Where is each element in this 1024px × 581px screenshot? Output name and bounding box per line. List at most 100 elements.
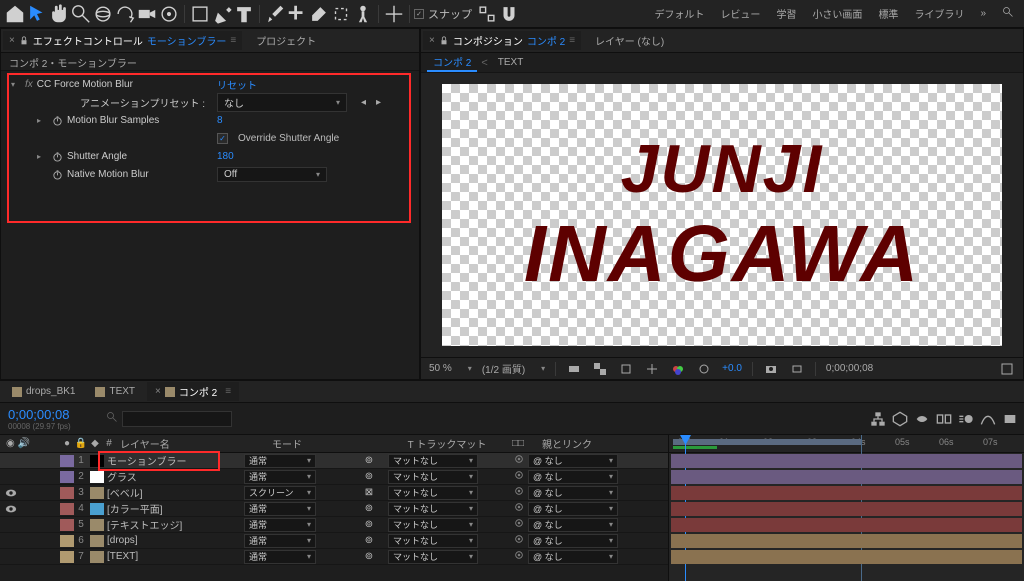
zoom-dropdown[interactable]: 50 % [429, 363, 452, 374]
timeline-tab-drops[interactable]: drops_BK1 [4, 384, 83, 399]
label-color[interactable] [60, 455, 74, 467]
lock-icon[interactable] [19, 36, 29, 46]
track-matte-dropdown[interactable]: マットなし▾ [388, 502, 478, 516]
track-matte-dropdown[interactable]: マットなし▾ [388, 550, 478, 564]
draft3d-icon[interactable] [892, 411, 908, 427]
pickwhip-icon[interactable] [514, 550, 524, 563]
layer-row[interactable]: 5[テキストエッジ]通常▾⊚マットなし▾@ なし▾ [0, 517, 668, 533]
param-samples-value[interactable]: 8 [217, 115, 223, 126]
pickwhip-icon[interactable] [514, 454, 524, 467]
layer-row[interactable]: 7[TEXT]通常▾⊚マットなし▾@ なし▾ [0, 549, 668, 565]
channel-icon[interactable] [670, 361, 686, 377]
mode-header[interactable]: モード [272, 436, 382, 451]
layer-name-header[interactable]: レイヤー名 [116, 436, 272, 451]
parent-dropdown[interactable]: @ なし▾ [528, 550, 618, 564]
override-checkbox[interactable]: ✓ [217, 133, 228, 144]
trackmat-header[interactable]: T トラックマット [382, 436, 512, 451]
motion-blur-icon[interactable] [958, 411, 974, 427]
roto-tool-icon[interactable] [330, 4, 352, 24]
visibility-toggle[interactable] [4, 487, 18, 499]
hand-tool-icon[interactable] [48, 4, 70, 24]
pan-behind-tool-icon[interactable] [158, 4, 180, 24]
track-matte-toggle[interactable]: ⊚ [365, 455, 373, 466]
composition-viewer[interactable]: JUNJI INAGAWA [421, 73, 1023, 357]
timeline-timecode[interactable]: 0;00;00;08 00008 (29.97 fps) [0, 407, 106, 431]
track-matte-toggle[interactable]: ⊚ [365, 519, 373, 530]
graph-editor-icon[interactable] [980, 411, 996, 427]
visibility-toggle[interactable] [4, 471, 18, 483]
parent-header[interactable]: 親とリンク [542, 436, 668, 451]
parent-dropdown[interactable]: @ なし▾ [528, 486, 618, 500]
blend-mode-dropdown[interactable]: 通常▾ [244, 470, 316, 484]
effect-name[interactable]: CC Force Motion Blur [37, 79, 133, 90]
brush-tool-icon[interactable] [264, 4, 286, 24]
layer-name[interactable]: [テキストエッジ] [107, 517, 182, 532]
label-color[interactable] [60, 471, 74, 483]
track-matte-dropdown[interactable]: マットなし▾ [388, 470, 478, 484]
shy-icon[interactable] [914, 411, 930, 427]
comp-flowchart-icon[interactable] [870, 411, 886, 427]
rotate-tool-icon[interactable] [114, 4, 136, 24]
workspace-overflow-icon[interactable]: » [980, 8, 986, 19]
parent-dropdown[interactable]: @ なし▾ [528, 534, 618, 548]
workspace-learn[interactable]: 学習 [776, 6, 796, 21]
mask-icon[interactable] [618, 361, 634, 377]
timeline-tab-text[interactable]: TEXT [87, 384, 143, 399]
camera-tool-icon[interactable] [136, 4, 158, 24]
show-snapshot-icon[interactable] [789, 361, 805, 377]
snapshot-icon[interactable] [763, 361, 779, 377]
reset-link[interactable]: リセット [217, 77, 257, 92]
reset-exposure-icon[interactable] [696, 361, 712, 377]
layer-row[interactable]: 2グラス通常▾⊚マットなし▾@ なし▾ [0, 469, 668, 485]
layer-duration-bar[interactable] [671, 486, 1022, 500]
timeline-tab-comp2[interactable]: ×コンポ 2≡ [147, 382, 239, 401]
track-matte-toggle[interactable]: ⊠ [365, 487, 373, 498]
visibility-toggle[interactable] [4, 551, 18, 563]
home-icon[interactable] [4, 4, 26, 24]
visibility-toggle[interactable] [4, 535, 18, 547]
transparency-grid-icon[interactable] [592, 361, 608, 377]
effect-controls-tab[interactable]: × エフェクトコントロール モーションブラー ≡ [3, 31, 242, 50]
layer-name[interactable]: [カラー平面] [107, 501, 163, 516]
visibility-toggle[interactable] [4, 503, 18, 515]
parent-dropdown[interactable]: @ なし▾ [528, 502, 618, 516]
track-matte-toggle[interactable]: ⊚ [365, 503, 373, 514]
layer-duration-bar[interactable] [671, 454, 1022, 468]
puppet-tool-icon[interactable] [352, 4, 374, 24]
workspace-review[interactable]: レビュー [720, 6, 760, 21]
label-color[interactable] [60, 519, 74, 531]
preset-next-icon[interactable]: ▸ [376, 97, 381, 108]
selection-tool-icon[interactable] [26, 4, 48, 24]
label-column-icon[interactable]: ◆ [88, 438, 102, 449]
layer-name[interactable]: [ベベル] [107, 485, 143, 500]
visibility-toggle[interactable] [4, 455, 18, 467]
parent-dropdown[interactable]: @ なし▾ [528, 454, 618, 468]
track-matte-dropdown[interactable]: マットなし▾ [388, 534, 478, 548]
blend-mode-dropdown[interactable]: 通常▾ [244, 550, 316, 564]
preset-dropdown[interactable]: なし▾ [217, 93, 347, 112]
workspace-small[interactable]: 小さい画面 [812, 6, 862, 21]
snap-options-icon[interactable] [476, 4, 498, 24]
type-tool-icon[interactable] [233, 4, 255, 24]
parent-dropdown[interactable]: @ なし▾ [528, 470, 618, 484]
pen-tool-icon[interactable] [211, 4, 233, 24]
label-color[interactable] [60, 487, 74, 499]
layer-name[interactable]: グラス [107, 469, 137, 484]
magnet-icon[interactable] [498, 4, 520, 24]
timeline-search-input[interactable] [122, 411, 232, 427]
layer-name[interactable]: [drops] [107, 535, 138, 546]
stopwatch-icon[interactable] [51, 168, 63, 180]
pickwhip-icon[interactable] [514, 486, 524, 499]
clone-tool-icon[interactable] [286, 4, 308, 24]
flowchart-tab-comp2[interactable]: コンポ 2 [427, 53, 477, 72]
fast-preview-icon[interactable] [566, 361, 582, 377]
blend-mode-dropdown[interactable]: 通常▾ [244, 518, 316, 532]
zoom-tool-icon[interactable] [70, 4, 92, 24]
resolution-dropdown[interactable]: (1/2 画質) [482, 361, 525, 376]
pickwhip-icon[interactable] [514, 534, 524, 547]
track-matte-toggle[interactable]: ⊚ [365, 551, 373, 562]
layer-tab[interactable]: レイヤー (なし) [589, 31, 670, 50]
layer-duration-bar[interactable] [671, 470, 1022, 484]
local-axis-icon[interactable] [383, 4, 405, 24]
param-shutter-value[interactable]: 180 [217, 151, 234, 162]
